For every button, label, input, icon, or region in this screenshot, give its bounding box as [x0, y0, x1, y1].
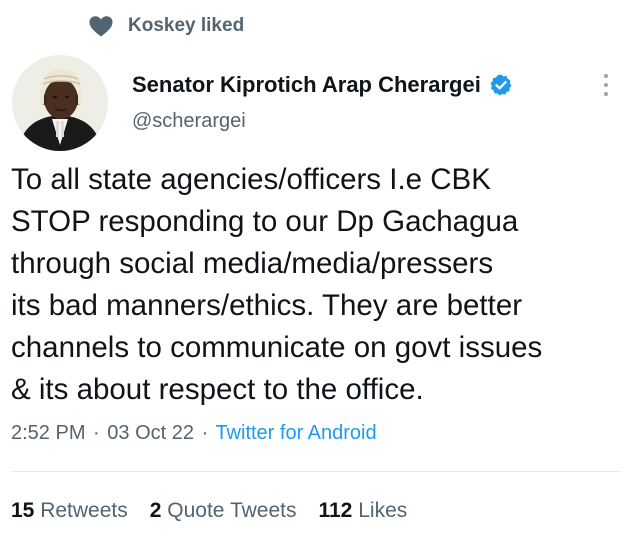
author-row: Senator Kiprotich Arap Cherargei [132, 72, 513, 98]
retweets-label: Retweets [40, 499, 128, 522]
avatar[interactable] [12, 55, 108, 151]
retweets-count: 15 [11, 499, 35, 522]
meta-separator: · [93, 422, 100, 444]
likes-label: Likes [358, 499, 408, 522]
social-context-link[interactable]: Koskey liked [128, 15, 244, 37]
more-options-icon[interactable] [594, 72, 618, 98]
tweet-text-line: STOP responding to our Dp Gachagua [11, 205, 519, 238]
tweet-text-line: channels to communicate on govt issues [11, 331, 543, 364]
likes-stat[interactable]: 112 Likes [318, 499, 407, 523]
verified-badge-icon [489, 73, 513, 97]
tweet-text: To all state agencies/officers I.e CBK S… [11, 159, 636, 411]
tweet-time-link[interactable]: 2:52 PM [11, 422, 85, 444]
quote-tweets-label: Quote Tweets [167, 499, 297, 522]
tweet-text-line: To all state agencies/officers I.e CBK [11, 163, 491, 196]
tweet-text-line: its bad manners/ethics. They are better [11, 289, 523, 322]
tweet-source-link[interactable]: Twitter for Android [215, 422, 376, 444]
tweet-text-line: & its about respect to the office. [11, 373, 424, 406]
meta-separator: · [201, 422, 209, 444]
divider [11, 471, 621, 472]
author-display-name[interactable]: Senator Kiprotich Arap Cherargei [132, 72, 481, 98]
likes-count: 112 [318, 499, 353, 522]
tweet-date-link[interactable]: 03 Oct 22 [107, 422, 194, 444]
quote-tweets-stat[interactable]: 2 Quote Tweets [150, 499, 297, 523]
retweets-stat[interactable]: 15 Retweets [11, 499, 128, 523]
social-context: Koskey liked [88, 11, 244, 41]
tweet-meta: 2:52 PM · 03 Oct 22 · Twitter for Androi… [11, 422, 377, 445]
quote-tweets-count: 2 [149, 499, 162, 522]
tweet-text-line: through social media/media/pressers [11, 247, 494, 280]
heart-icon [88, 15, 114, 37]
tweet-stats: 15 Retweets 2 Quote Tweets 112 Likes [11, 499, 407, 523]
author-handle[interactable]: @scherargei [132, 110, 246, 133]
